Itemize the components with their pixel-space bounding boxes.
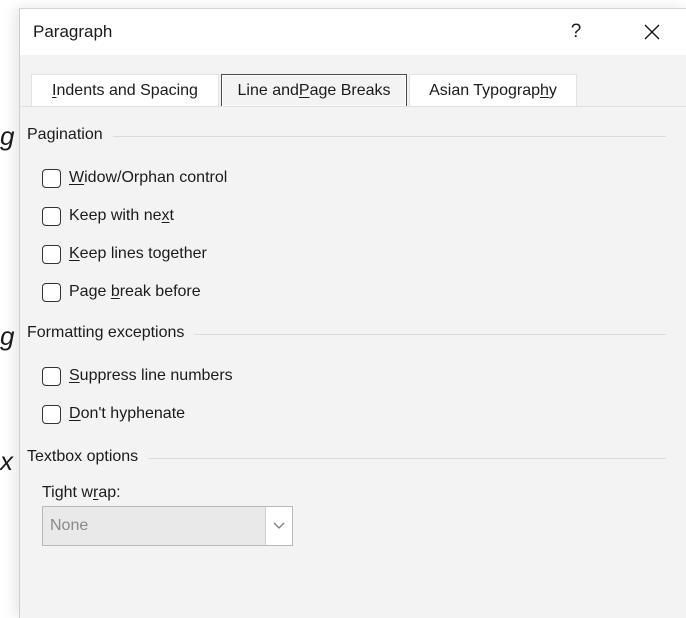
- help-button[interactable]: ?: [558, 15, 594, 49]
- tab-asian-typography[interactable]: Asian Typograp h y: [409, 74, 577, 107]
- checkbox[interactable]: [42, 282, 61, 302]
- textbox-options-group-header: Textbox options: [27, 448, 666, 466]
- tab-strip-divider: [20, 106, 686, 107]
- page-break-before-option[interactable]: Page break before: [42, 280, 201, 304]
- dialog-titlebar: Paragraph ?: [20, 9, 686, 55]
- group-heading: Pagination: [27, 126, 103, 143]
- widow-orphan-control-option[interactable]: Widow/Orphan control: [42, 166, 227, 190]
- option-label: Keep lines together: [69, 245, 207, 262]
- select-value: None: [50, 517, 89, 534]
- keep-with-next-option[interactable]: Keep with next: [42, 204, 174, 228]
- tab-strip: Indents and Spacing Line and Page Breaks…: [20, 55, 686, 109]
- checkbox[interactable]: [42, 206, 61, 226]
- close-button[interactable]: [632, 15, 672, 49]
- chevron-down-icon[interactable]: [265, 507, 292, 545]
- option-label: Don't hyphenate: [69, 405, 186, 422]
- group-divider: [148, 457, 666, 459]
- suppress-line-numbers-option[interactable]: Suppress line numbers: [42, 364, 233, 388]
- background-text-glyph: x: [0, 446, 13, 476]
- group-heading: Textbox options: [27, 448, 139, 465]
- group-divider: [194, 333, 666, 335]
- pagination-group-header: Pagination: [27, 126, 666, 144]
- option-label: Page break before: [69, 283, 201, 300]
- tight-wrap-select[interactable]: None: [42, 506, 293, 546]
- checkbox[interactable]: [42, 404, 61, 424]
- tab-line-and-page-breaks[interactable]: Line and Page Breaks: [221, 74, 407, 107]
- group-divider: [112, 135, 666, 137]
- tight-wrap-label: Tight wrap:: [42, 484, 121, 501]
- close-icon: [644, 24, 660, 40]
- dialog-title: Paragraph: [33, 22, 113, 41]
- checkbox[interactable]: [42, 168, 61, 188]
- checkbox[interactable]: [42, 366, 61, 386]
- option-label: Keep with next: [69, 207, 174, 224]
- dont-hyphenate-option[interactable]: Don't hyphenate: [42, 402, 185, 426]
- background-text-glyph: g: [0, 121, 15, 151]
- tab-indents-and-spacing[interactable]: Indents and Spacing: [31, 74, 219, 107]
- keep-lines-together-option[interactable]: Keep lines together: [42, 242, 207, 266]
- checkbox[interactable]: [42, 244, 61, 264]
- formatting-exceptions-group-header: Formatting exceptions: [27, 324, 666, 342]
- option-label: Widow/Orphan control: [69, 169, 228, 186]
- option-label: Suppress line numbers: [69, 367, 233, 384]
- group-heading: Formatting exceptions: [27, 324, 185, 341]
- background-text-glyph: g: [0, 321, 15, 351]
